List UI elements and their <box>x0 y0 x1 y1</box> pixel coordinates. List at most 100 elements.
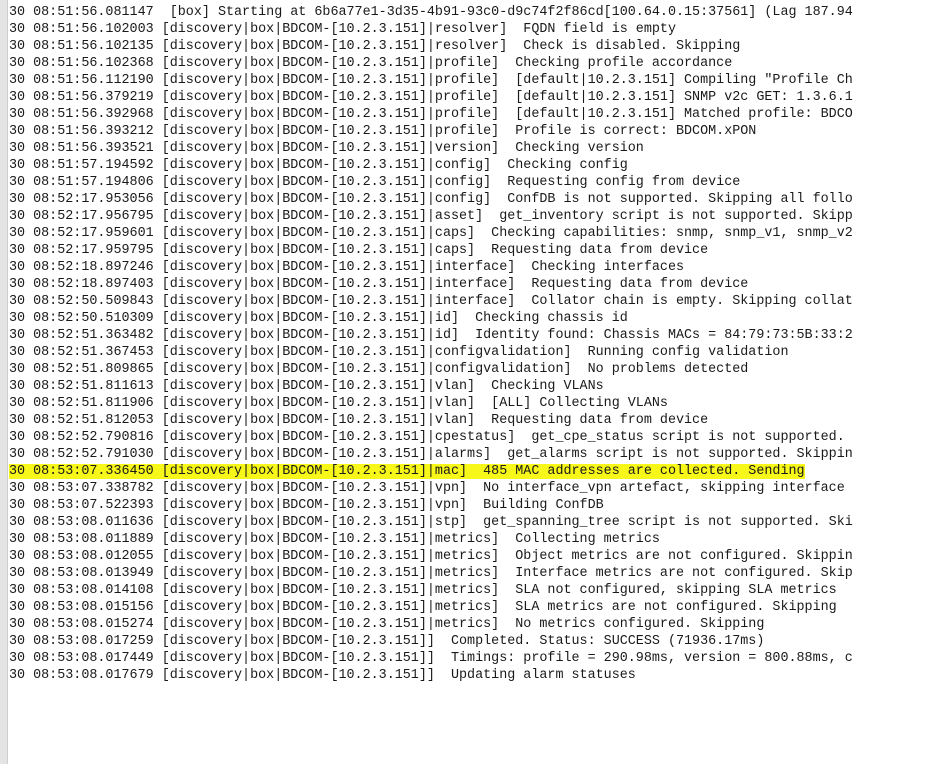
log-source: [discovery|box|BDCOM-[10.2.3.151]|id] <box>153 311 460 326</box>
log-line[interactable]: 30 08:51:57.194592 [discovery|box|BDCOM-… <box>9 157 853 174</box>
log-line[interactable]: 30 08:52:17.959795 [discovery|box|BDCOM-… <box>9 242 853 259</box>
log-timestamp: 30 08:52:50.509843 <box>9 294 154 309</box>
log-line[interactable]: 30 08:53:08.015274 [discovery|box|BDCOM-… <box>9 616 853 633</box>
log-timestamp: 30 08:52:17.959601 <box>9 226 154 241</box>
log-line[interactable]: 30 08:53:08.011636 [discovery|box|BDCOM-… <box>9 514 853 531</box>
log-message: Interface metrics are not configured. Sk… <box>499 566 853 581</box>
log-source: [discovery|box|BDCOM-[10.2.3.151]|mac] <box>153 464 468 479</box>
log-message: Checking profile accordance <box>499 56 733 71</box>
log-source: [discovery|box|BDCOM-[10.2.3.151]|profil… <box>153 124 500 139</box>
log-line[interactable]: 30 08:51:56.102003 [discovery|box|BDCOM-… <box>9 21 853 38</box>
log-line-content: 30 08:51:56.102368 [discovery|box|BDCOM-… <box>9 56 732 71</box>
log-line[interactable]: 30 08:51:56.081147 [box] Starting at 6b6… <box>9 4 853 21</box>
log-line[interactable]: 30 08:53:08.013949 [discovery|box|BDCOM-… <box>9 565 853 582</box>
log-message: 485 MAC addresses are collected. Sending <box>467 464 805 479</box>
log-line[interactable]: 30 08:52:17.956795 [discovery|box|BDCOM-… <box>9 208 853 225</box>
log-viewer[interactable]: 30 08:51:56.081147 [box] Starting at 6b6… <box>0 0 951 764</box>
log-line-content: 30 08:51:56.102003 [discovery|box|BDCOM-… <box>9 22 676 37</box>
log-timestamp: 30 08:51:56.392968 <box>9 107 154 122</box>
log-timestamp: 30 08:53:08.014108 <box>9 583 154 598</box>
log-message: [ALL] Collecting VLANs <box>475 396 668 411</box>
log-line[interactable]: 30 08:52:51.809865 [discovery|box|BDCOM-… <box>9 361 853 378</box>
log-line[interactable]: 30 08:51:56.112190 [discovery|box|BDCOM-… <box>9 72 853 89</box>
log-line-content: 30 08:53:07.338782 [discovery|box|BDCOM-… <box>9 481 845 496</box>
log-message: SLA not configured, skipping SLA metrics <box>499 583 837 598</box>
log-line[interactable]: 30 08:52:51.811613 [discovery|box|BDCOM-… <box>9 378 853 395</box>
log-message: Starting at 6b6a77e1-3d35-4b91-93c0-d9c7… <box>209 5 853 20</box>
log-line[interactable]: 30 08:52:50.510309 [discovery|box|BDCOM-… <box>9 310 853 327</box>
log-line[interactable]: 30 08:52:51.363482 [discovery|box|BDCOM-… <box>9 327 853 344</box>
log-line[interactable]: 30 08:53:07.338782 [discovery|box|BDCOM-… <box>9 480 853 497</box>
log-message: Running config validation <box>571 345 789 360</box>
log-line-content: 30 08:53:08.013949 [discovery|box|BDCOM-… <box>9 566 853 581</box>
log-line[interactable]: 30 08:52:18.897403 [discovery|box|BDCOM-… <box>9 276 853 293</box>
log-timestamp: 30 08:51:56.081147 <box>9 5 154 20</box>
log-line[interactable]: 30 08:52:17.953056 [discovery|box|BDCOM-… <box>9 191 853 208</box>
log-source: [discovery|box|BDCOM-[10.2.3.151]|config… <box>153 192 492 207</box>
log-line[interactable]: 30 08:52:52.790816 [discovery|box|BDCOM-… <box>9 429 853 446</box>
log-timestamp: 30 08:51:56.112190 <box>9 73 154 88</box>
log-line-content: 30 08:53:08.011636 [discovery|box|BDCOM-… <box>9 515 853 530</box>
log-timestamp: 30 08:52:17.959795 <box>9 243 154 258</box>
log-message: get_spanning_tree script is not supporte… <box>467 515 853 530</box>
log-line[interactable]: 30 08:53:07.336450 [discovery|box|BDCOM-… <box>9 463 853 480</box>
log-message: Requesting config from device <box>491 175 741 190</box>
log-message: [default|10.2.3.151] SNMP v2c GET: 1.3.6… <box>499 90 853 105</box>
log-line[interactable]: 30 08:51:56.379219 [discovery|box|BDCOM-… <box>9 89 853 106</box>
log-line[interactable]: 30 08:52:51.811906 [discovery|box|BDCOM-… <box>9 395 853 412</box>
log-source: [box] <box>153 5 210 20</box>
log-line[interactable]: 30 08:51:56.102368 [discovery|box|BDCOM-… <box>9 55 853 72</box>
log-source: [discovery|box|BDCOM-[10.2.3.151]|resolv… <box>153 22 508 37</box>
log-line[interactable]: 30 08:51:56.392968 [discovery|box|BDCOM-… <box>9 106 853 123</box>
log-timestamp: 30 08:51:56.393212 <box>9 124 154 139</box>
log-line[interactable]: 30 08:51:56.102135 [discovery|box|BDCOM-… <box>9 38 853 55</box>
log-message: Checking VLANs <box>475 379 604 394</box>
log-message: Checking version <box>499 141 644 156</box>
log-source: [discovery|box|BDCOM-[10.2.3.151]|metric… <box>153 583 500 598</box>
log-timestamp: 30 08:52:17.956795 <box>9 209 154 224</box>
log-line[interactable]: 30 08:53:08.014108 [discovery|box|BDCOM-… <box>9 582 853 599</box>
log-timestamp: 30 08:51:57.194806 <box>9 175 154 190</box>
log-message: ConfDB is not supported. Skipping all fo… <box>491 192 853 207</box>
log-message: Building ConfDB <box>467 498 604 513</box>
log-message: No problems detected <box>571 362 749 377</box>
log-line[interactable]: 30 08:53:08.017679 [discovery|box|BDCOM-… <box>9 667 853 684</box>
log-line[interactable]: 30 08:52:51.812053 [discovery|box|BDCOM-… <box>9 412 853 429</box>
log-source: [discovery|box|BDCOM-[10.2.3.151]|alarms… <box>153 447 492 462</box>
log-message: Updating alarm statuses <box>434 668 636 683</box>
log-message: get_inventory script is not supported. S… <box>483 209 853 224</box>
log-timestamp: 30 08:52:50.510309 <box>9 311 154 326</box>
log-line-content: 30 08:52:51.812053 [discovery|box|BDCOM-… <box>9 413 708 428</box>
log-line[interactable]: 30 08:53:08.017259 [discovery|box|BDCOM-… <box>9 633 853 650</box>
log-line[interactable]: 30 08:52:52.791030 [discovery|box|BDCOM-… <box>9 446 853 463</box>
log-timestamp: 30 08:53:08.015274 <box>9 617 154 632</box>
log-timestamp: 30 08:52:52.791030 <box>9 447 154 462</box>
log-source: [discovery|box|BDCOM-[10.2.3.151]|resolv… <box>153 39 508 54</box>
log-timestamp: 30 08:53:07.522393 <box>9 498 154 513</box>
log-message: [default|10.2.3.151] Compiling "Profile … <box>499 73 853 88</box>
log-line[interactable]: 30 08:51:56.393521 [discovery|box|BDCOM-… <box>9 140 853 157</box>
log-line[interactable]: 30 08:51:56.393212 [discovery|box|BDCOM-… <box>9 123 853 140</box>
log-timestamp: 30 08:51:56.393521 <box>9 141 154 156</box>
log-timestamp: 30 08:51:56.102368 <box>9 56 154 71</box>
log-line[interactable]: 30 08:53:08.017449 [discovery|box|BDCOM-… <box>9 650 853 667</box>
log-source: [discovery|box|BDCOM-[10.2.3.151]|profil… <box>153 73 500 88</box>
log-source: [discovery|box|BDCOM-[10.2.3.151]|caps] <box>153 243 476 258</box>
log-message: Identity found: Chassis MACs = 84:79:73:… <box>459 328 853 343</box>
log-line[interactable]: 30 08:53:07.522393 [discovery|box|BDCOM-… <box>9 497 853 514</box>
log-line[interactable]: 30 08:53:08.012055 [discovery|box|BDCOM-… <box>9 548 853 565</box>
log-line[interactable]: 30 08:52:50.509843 [discovery|box|BDCOM-… <box>9 293 853 310</box>
log-line[interactable]: 30 08:53:08.011889 [discovery|box|BDCOM-… <box>9 531 853 548</box>
log-line[interactable]: 30 08:51:57.194806 [discovery|box|BDCOM-… <box>9 174 853 191</box>
log-message: Checking capabilities: snmp, snmp_v1, sn… <box>475 226 853 241</box>
log-timestamp: 30 08:53:08.017449 <box>9 651 154 666</box>
log-line-content: 30 08:52:52.790816 [discovery|box|BDCOM-… <box>9 430 845 445</box>
log-line-content: 30 08:51:56.392968 [discovery|box|BDCOM-… <box>9 107 853 122</box>
log-line[interactable]: 30 08:52:18.897246 [discovery|box|BDCOM-… <box>9 259 853 276</box>
log-line[interactable]: 30 08:53:08.015156 [discovery|box|BDCOM-… <box>9 599 853 616</box>
log-line[interactable]: 30 08:52:51.367453 [discovery|box|BDCOM-… <box>9 344 853 361</box>
log-message: Profile is correct: BDCOM.xPON <box>499 124 757 139</box>
log-line[interactable]: 30 08:52:17.959601 [discovery|box|BDCOM-… <box>9 225 853 242</box>
log-source: [discovery|box|BDCOM-[10.2.3.151]|config… <box>153 345 572 360</box>
log-line-content: 30 08:51:56.393521 [discovery|box|BDCOM-… <box>9 141 644 156</box>
